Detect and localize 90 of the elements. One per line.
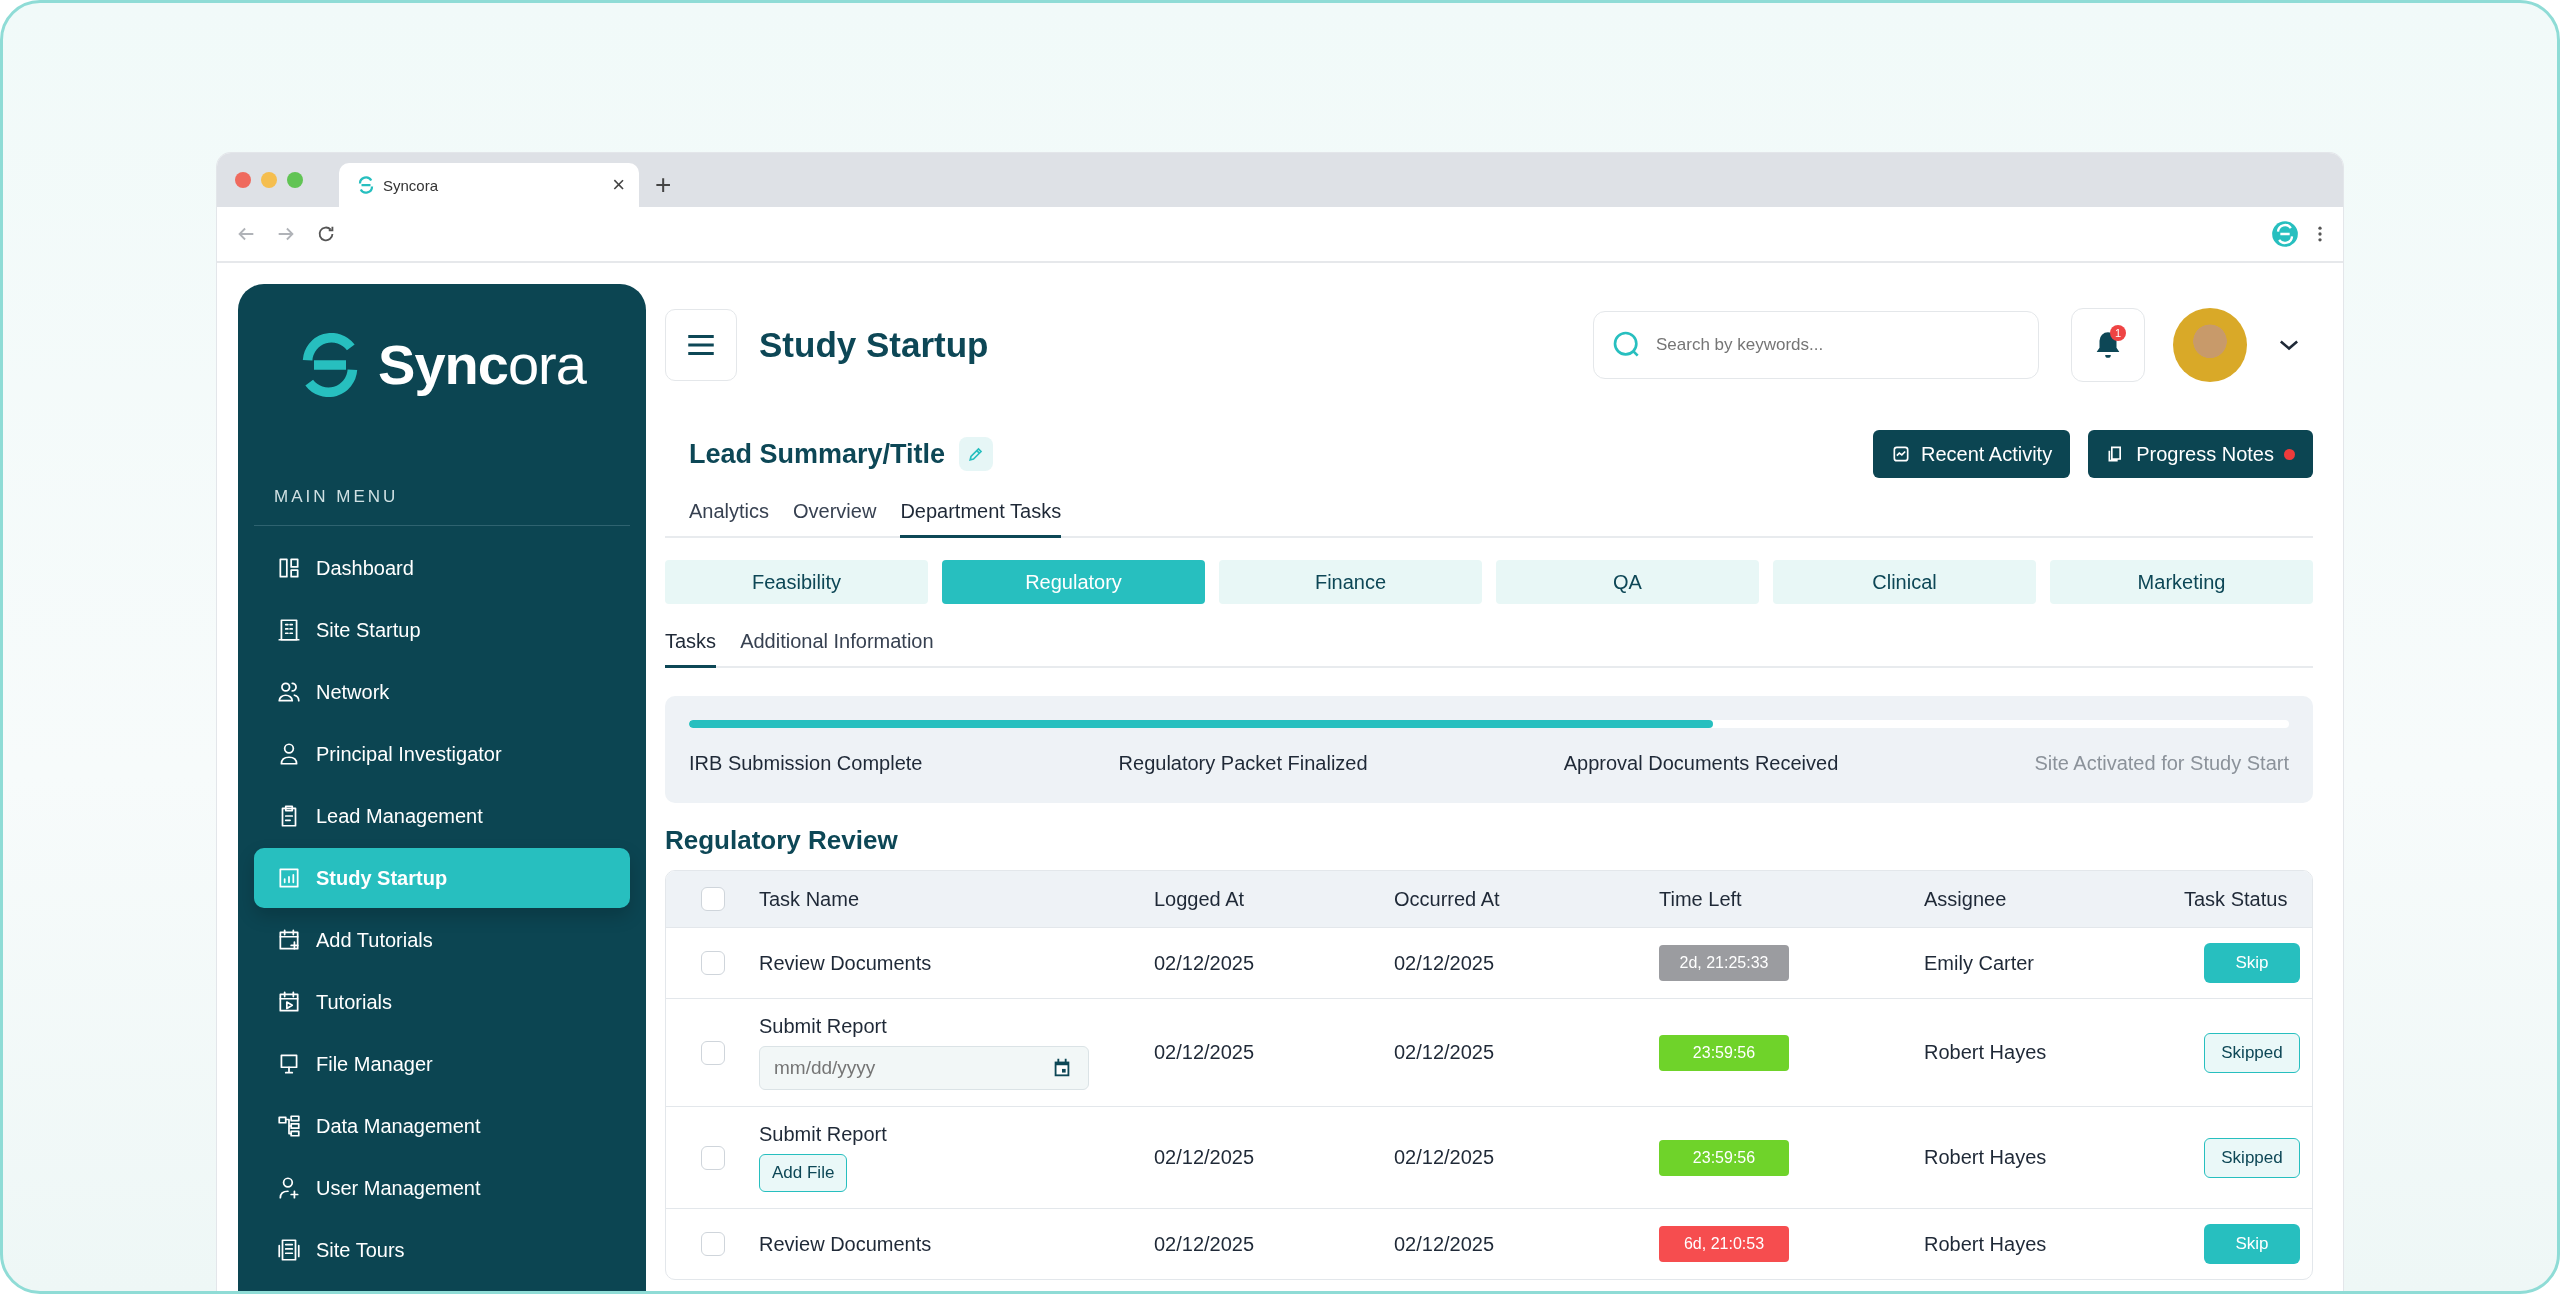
layout-icon <box>276 555 302 581</box>
department-tab[interactable]: Marketing <box>2050 560 2313 604</box>
close-window-icon[interactable] <box>235 172 251 188</box>
time-left-badge: 2d, 21:25:33 <box>1659 945 1789 981</box>
sidebar-item[interactable]: Site Startup <box>254 600 630 660</box>
department-tab[interactable]: Clinical <box>1773 560 2036 604</box>
search-field[interactable]: Search by keywords... <box>1593 311 2039 379</box>
more-icon[interactable] <box>2317 224 2323 244</box>
row-checkbox[interactable] <box>700 951 725 975</box>
row-checkbox[interactable] <box>700 1232 725 1256</box>
close-tab-button[interactable]: × <box>612 174 625 196</box>
activity-icon <box>1891 444 1911 464</box>
building-icon <box>276 617 302 643</box>
time-left-badge: 23:59:56 <box>1659 1034 1789 1071</box>
chart-icon <box>276 865 302 891</box>
table-cell: Robert Hayes <box>1924 1041 2047 1064</box>
notification-badge: 1 <box>2110 325 2126 341</box>
tab[interactable]: Department Tasks <box>900 492 1062 538</box>
action-button[interactable]: Progress Notes <box>2088 430 2313 478</box>
row-checkbox[interactable] <box>700 1040 725 1065</box>
column-header: Time Left <box>1659 887 1742 911</box>
page-title: Study Startup <box>759 325 989 365</box>
department-tab[interactable]: Feasibility <box>665 560 928 604</box>
minimize-window-icon[interactable] <box>261 172 277 188</box>
status-badge: Skipped <box>2204 1137 2300 1178</box>
lead-title: Lead Summary/Title <box>689 438 946 470</box>
date-field[interactable]: mm/dd/yyyy <box>759 1046 1089 1090</box>
section-title: MAIN MENU <box>254 487 630 526</box>
sidebar-item[interactable]: Dashboard <box>254 538 630 598</box>
table-cell: 02/12/2025 <box>1154 1232 1255 1256</box>
sidebar-item[interactable]: Data Management <box>254 1096 630 1156</box>
notifications-button[interactable]: 1 <box>2071 308 2145 382</box>
tab[interactable]: Additional Information <box>740 622 934 668</box>
tab[interactable]: Analytics <box>689 492 770 538</box>
sidebar-item[interactable]: Principal Investigator <box>254 724 630 784</box>
hierarchy-icon <box>276 1113 302 1139</box>
table-cell: 02/12/2025 <box>1154 1041 1255 1064</box>
menu-button[interactable] <box>665 309 737 381</box>
table-cell: Review Documents <box>759 1232 932 1256</box>
table-cell: Submit Report <box>759 1015 887 1038</box>
sidebar-item[interactable]: File Manager <box>254 1034 630 1094</box>
sidebar-item[interactable]: User Management <box>254 1158 630 1218</box>
column-header: Assignee <box>1924 887 2007 911</box>
tab-title: Syncora <box>383 176 440 194</box>
extension-icon[interactable] <box>2271 220 2299 248</box>
logo-icon <box>357 176 375 194</box>
sidebar-item[interactable]: Site Tours <box>254 1220 630 1280</box>
milestone-label: Site Activated for Study Start <box>2034 752 2289 775</box>
calendar-plus-icon <box>276 927 302 953</box>
table-cell: 02/12/2025 <box>1394 1146 1495 1169</box>
select-all-checkbox[interactable] <box>700 887 725 911</box>
sidebar-item[interactable]: Lead Management <box>254 786 630 846</box>
department-tab[interactable]: Finance <box>1219 560 1482 604</box>
tab[interactable]: Tasks <box>665 622 717 668</box>
department-tab[interactable]: QA <box>1496 560 1759 604</box>
calendar-play-icon <box>276 989 302 1015</box>
milestone-label: Regulatory Packet Finalized <box>1118 752 1368 775</box>
table-cell: Submit Report <box>759 1123 887 1146</box>
new-tab-button[interactable]: + <box>655 171 672 199</box>
time-left-badge: 6d, 21:0:53 <box>1659 1226 1789 1262</box>
milestone-label: Approval Documents Received <box>1563 752 1839 775</box>
table-cell: 02/12/2025 <box>1394 1041 1495 1064</box>
column-header: Logged At <box>1154 887 1245 911</box>
milestone-label: IRB Submission Complete <box>689 752 923 775</box>
tab[interactable]: Overview <box>793 492 877 538</box>
logo-text: Syncora <box>378 332 586 397</box>
row-checkbox[interactable] <box>700 1145 725 1170</box>
add-file-button[interactable]: Add File <box>759 1154 848 1192</box>
edit-button[interactable] <box>959 437 994 471</box>
table-cell: 02/12/2025 <box>1394 951 1495 975</box>
sidebar-item[interactable]: Network <box>254 662 630 722</box>
column-header: Task Status <box>2184 887 2288 911</box>
sidebar-item[interactable]: Add Tutorials <box>254 910 630 970</box>
maximize-window-icon[interactable] <box>287 172 303 188</box>
action-button[interactable]: Recent Activity <box>1873 430 2071 478</box>
user-plus-icon <box>276 1175 302 1201</box>
column-header: Occurred At <box>1394 887 1500 911</box>
table-cell: 02/12/2025 <box>1154 1146 1255 1169</box>
column-header: Task Name <box>759 887 860 911</box>
table-cell: Emily Carter <box>1924 951 2034 975</box>
table-cell: Robert Hayes <box>1924 1146 2047 1169</box>
table-cell: Robert Hayes <box>1924 1232 2047 1256</box>
browser-tab[interactable]: Syncora × <box>339 163 639 207</box>
table-cell: 02/12/2025 <box>1154 951 1255 975</box>
status-badge: Skipped <box>2204 1032 2300 1073</box>
section-title: Regulatory Review <box>665 825 899 856</box>
table-cell: 02/12/2025 <box>1394 1232 1495 1256</box>
table-cell: Review Documents <box>759 951 932 975</box>
sidebar-item[interactable]: Tutorials <box>254 972 630 1032</box>
time-left-badge: 23:59:56 <box>1659 1139 1789 1176</box>
